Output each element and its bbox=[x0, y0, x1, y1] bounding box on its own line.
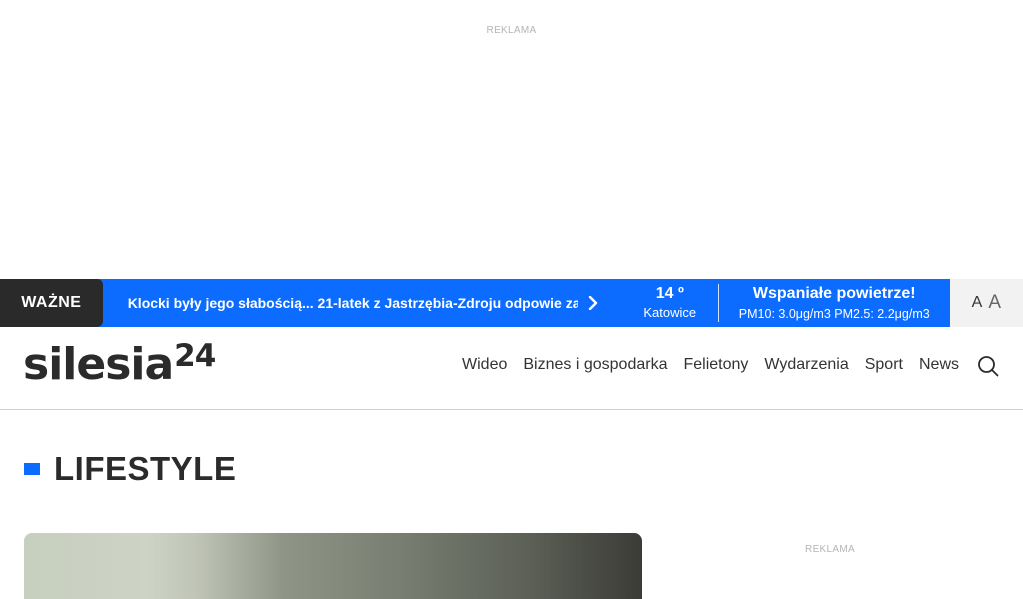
section-heading: LIFESTYLE bbox=[24, 450, 236, 488]
breaking-headline-link[interactable]: Klocki były jego słabością... 21-latek z… bbox=[128, 295, 578, 311]
ad-label: REKLAMA bbox=[486, 25, 537, 36]
font-size-controls: A A bbox=[949, 279, 1023, 327]
nav-item-wydarzenia[interactable]: Wydarzenia bbox=[764, 356, 848, 374]
page-title: LIFESTYLE bbox=[54, 450, 237, 487]
logo-number: 24 bbox=[174, 338, 216, 374]
important-badge: WAŻNE bbox=[0, 279, 103, 327]
search-icon[interactable] bbox=[977, 355, 999, 377]
weather-widget[interactable]: 14 º Katowice bbox=[617, 279, 710, 327]
air-quality-title: Wspaniałe powietrze! bbox=[752, 284, 916, 302]
site-logo[interactable]: silesia 24 bbox=[23, 338, 216, 390]
chevron-right-icon[interactable] bbox=[582, 292, 604, 314]
breaking-ticker[interactable]: Klocki były jego słabością... 21-latek z… bbox=[128, 279, 617, 327]
site-header: silesia 24 Wideo Biznes i gospodarka Fel… bbox=[0, 327, 1023, 410]
nav-item-news[interactable]: News bbox=[919, 356, 959, 374]
font-size-decrease-button[interactable]: A bbox=[972, 294, 983, 312]
featured-article-image[interactable] bbox=[24, 533, 642, 599]
weather-city: Katowice bbox=[643, 305, 697, 320]
side-ad-slot: REKLAMA bbox=[660, 533, 1000, 599]
breaking-news-bar: WAŻNE Klocki były jego słabością... 21-l… bbox=[0, 279, 1023, 327]
section-marker bbox=[24, 463, 40, 475]
air-quality-values: PM10: 3.0μg/m3 PM2.5: 2.2μg/m3 bbox=[738, 306, 930, 321]
nav-item-biznes[interactable]: Biznes i gospodarka bbox=[523, 356, 667, 374]
font-size-increase-button[interactable]: A bbox=[988, 292, 1001, 314]
top-ad-slot: REKLAMA bbox=[0, 0, 1023, 279]
air-quality-widget[interactable]: Wspaniałe powietrze! PM10: 3.0μg/m3 PM2.… bbox=[719, 279, 950, 327]
ad-label: REKLAMA bbox=[805, 544, 855, 555]
nav-item-wideo[interactable]: Wideo bbox=[462, 356, 507, 374]
weather-temperature: 14 º bbox=[655, 285, 684, 302]
logo-text: silesia bbox=[23, 339, 174, 390]
nav-item-sport[interactable]: Sport bbox=[865, 356, 903, 374]
nav-item-felietony[interactable]: Felietony bbox=[683, 356, 748, 374]
main-navigation: Wideo Biznes i gospodarka Felietony Wyda… bbox=[462, 356, 959, 374]
